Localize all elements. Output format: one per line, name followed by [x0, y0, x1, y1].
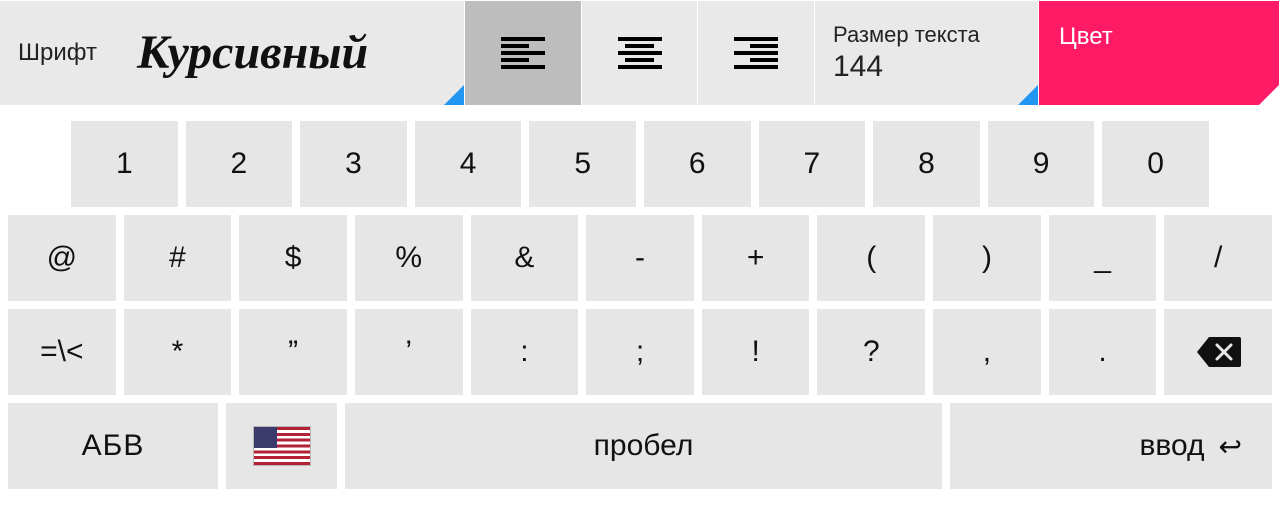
key-char[interactable]: $ — [239, 215, 347, 301]
key-char[interactable]: 9 — [988, 121, 1095, 207]
text-size-label: Размер текста — [833, 22, 980, 48]
keyboard-row-4: АБВ пробел ввод ↩ — [0, 403, 1280, 489]
key-char[interactable]: % — [355, 215, 463, 301]
key-char[interactable]: ” — [239, 309, 347, 395]
key-char[interactable]: _ — [1049, 215, 1157, 301]
enter-label: ввод — [1139, 429, 1204, 463]
key-char[interactable]: ’ — [355, 309, 463, 395]
keyboard-row-2: @#$%&-+()_/ — [0, 215, 1280, 301]
font-label: Шрифт — [18, 39, 97, 67]
backspace-icon — [1195, 335, 1241, 369]
flag-us-icon — [254, 427, 310, 465]
key-language[interactable] — [226, 403, 337, 489]
key-char[interactable]: - — [586, 215, 694, 301]
key-char[interactable]: * — [124, 309, 232, 395]
key-char[interactable]: 2 — [186, 121, 293, 207]
key-char[interactable]: 3 — [300, 121, 407, 207]
align-left-icon — [501, 37, 545, 69]
key-char[interactable]: . — [1049, 309, 1157, 395]
key-symbols-toggle[interactable]: =\< — [8, 309, 116, 395]
text-color-label: Цвет — [1059, 23, 1113, 51]
key-char[interactable]: , — [933, 309, 1041, 395]
key-char[interactable]: 8 — [873, 121, 980, 207]
key-char[interactable]: 5 — [529, 121, 636, 207]
align-right-icon — [734, 37, 778, 69]
on-screen-keyboard: 1234567890 @#$%&-+()_/ =\< * ” ’ : ; ! ?… — [0, 106, 1280, 489]
key-letters-mode[interactable]: АБВ — [8, 403, 218, 489]
key-char[interactable]: 6 — [644, 121, 751, 207]
key-char[interactable]: 4 — [415, 121, 522, 207]
key-char[interactable]: ! — [702, 309, 810, 395]
align-left-button[interactable] — [465, 1, 581, 105]
enter-icon: ↩ — [1219, 430, 1242, 463]
key-enter[interactable]: ввод ↩ — [950, 403, 1272, 489]
align-center-icon — [618, 37, 662, 69]
font-name: Курсивный — [137, 29, 368, 77]
key-char[interactable]: : — [471, 309, 579, 395]
key-char[interactable]: # — [124, 215, 232, 301]
key-char[interactable]: ) — [933, 215, 1041, 301]
key-char[interactable]: ( — [817, 215, 925, 301]
align-right-button[interactable] — [698, 1, 814, 105]
key-char[interactable]: / — [1164, 215, 1272, 301]
keyboard-row-1: 1234567890 — [0, 121, 1280, 207]
font-panel[interactable]: Шрифт Курсивный — [0, 1, 464, 105]
text-color-panel[interactable]: Цвет — [1039, 1, 1279, 105]
key-char[interactable]: 1 — [71, 121, 178, 207]
format-toolbar: Шрифт Курсивный Размер текста 144 Цвет — [0, 0, 1280, 106]
key-char[interactable]: 0 — [1102, 121, 1209, 207]
key-char[interactable]: ; — [586, 309, 694, 395]
key-char[interactable]: + — [702, 215, 810, 301]
key-char[interactable]: ? — [817, 309, 925, 395]
align-panel — [465, 1, 814, 105]
keyboard-row-3: =\< * ” ’ : ; ! ? , . — [0, 309, 1280, 395]
key-char[interactable]: 7 — [759, 121, 866, 207]
key-char[interactable]: @ — [8, 215, 116, 301]
text-size-value: 144 — [833, 50, 883, 84]
align-center-button[interactable] — [582, 1, 698, 105]
text-size-panel[interactable]: Размер текста 144 — [815, 1, 1038, 105]
key-char[interactable]: & — [471, 215, 579, 301]
key-space[interactable]: пробел — [345, 403, 942, 489]
key-backspace[interactable] — [1164, 309, 1272, 395]
